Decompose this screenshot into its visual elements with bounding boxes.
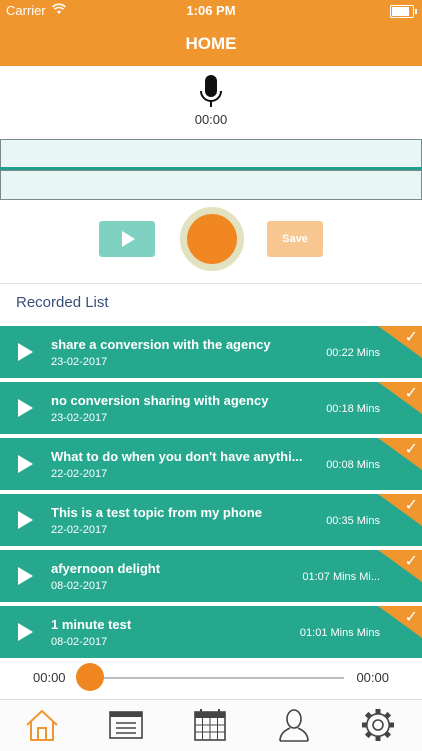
item-duration: 00:22 Mins <box>326 347 380 359</box>
player-current-time: 00:00 <box>33 670 66 685</box>
gear-icon <box>362 709 394 741</box>
item-date: 22-02-2017 <box>51 468 108 480</box>
home-icon <box>26 710 58 741</box>
check-icon: ✓ <box>404 497 418 514</box>
status-time: 1:06 PM <box>186 3 236 18</box>
waveform-top-channel <box>0 139 422 169</box>
play-icon[interactable] <box>18 623 33 641</box>
navigation-bar: HOME <box>0 22 422 66</box>
play-icon[interactable] <box>18 399 33 417</box>
list-item[interactable]: 1 minute test 08-02-2017 01:01 Mins Mins… <box>0 606 422 658</box>
tab-profile[interactable] <box>252 700 336 751</box>
waveform <box>0 139 422 200</box>
item-date: 22-02-2017 <box>51 524 108 536</box>
play-icon[interactable] <box>18 455 33 473</box>
play-icon[interactable] <box>18 343 33 361</box>
play-icon[interactable] <box>18 567 33 585</box>
user-icon <box>279 709 309 742</box>
waveform-bottom-channel <box>0 170 422 200</box>
item-title: This is a test topic from my phone <box>51 505 262 520</box>
tab-home[interactable] <box>0 700 84 751</box>
list-header: Recorded List <box>16 294 109 311</box>
list-item[interactable]: no conversion sharing with agency 23-02-… <box>0 382 422 434</box>
player-total-time: 00:00 <box>356 670 389 685</box>
status-bar: Carrier 1:06 PM <box>0 0 422 22</box>
item-title: 1 minute test <box>51 617 132 632</box>
battery-icon <box>390 5 417 18</box>
tab-calendar[interactable] <box>168 700 252 751</box>
calendar-icon <box>194 709 226 741</box>
tab-list[interactable] <box>84 700 168 751</box>
save-button[interactable]: Save <box>267 221 323 257</box>
play-icon <box>122 231 135 247</box>
record-icon <box>187 214 237 264</box>
play-button[interactable] <box>99 221 155 257</box>
item-date: 08-02-2017 <box>51 636 108 648</box>
item-duration: 00:08 Mins <box>326 459 380 471</box>
item-duration: 01:07 Mins Mi... <box>302 571 380 583</box>
item-duration: 01:01 Mins Mins <box>299 627 380 639</box>
waveform-line <box>0 167 422 170</box>
item-date: 23-02-2017 <box>51 356 108 368</box>
audio-player: 00:00 00:00 <box>0 656 422 698</box>
check-icon: ✓ <box>404 441 418 458</box>
record-button[interactable] <box>180 207 244 271</box>
play-icon[interactable] <box>18 511 33 529</box>
item-title: no conversion sharing with agency <box>51 393 269 408</box>
check-icon: ✓ <box>404 609 418 626</box>
item-date: 23-02-2017 <box>51 412 108 424</box>
page-title: HOME <box>185 34 237 53</box>
item-title: share a conversion with the agency <box>51 337 271 352</box>
item-title: afyernoon delight <box>51 561 161 576</box>
item-duration: 00:35 Mins <box>326 515 380 527</box>
divider <box>0 283 422 284</box>
microphone-icon <box>199 74 223 110</box>
item-title: What to do when you don't have anythi... <box>51 449 303 464</box>
seek-bar[interactable] <box>90 677 344 679</box>
record-timer: 00:00 <box>194 112 228 127</box>
tab-settings[interactable] <box>336 700 420 751</box>
tab-bar <box>0 699 422 751</box>
check-icon: ✓ <box>404 329 418 346</box>
item-duration: 00:18 Mins <box>326 403 380 415</box>
list-item[interactable]: What to do when you don't have anythi...… <box>0 438 422 490</box>
check-icon: ✓ <box>404 553 418 570</box>
item-date: 08-02-2017 <box>51 580 108 592</box>
list-item[interactable]: share a conversion with the agency 23-02… <box>0 326 422 378</box>
check-icon: ✓ <box>404 385 418 402</box>
seek-thumb[interactable] <box>76 663 104 691</box>
list-item[interactable]: This is a test topic from my phone 22-02… <box>0 494 422 546</box>
list-item[interactable]: afyernoon delight 08-02-2017 01:07 Mins … <box>0 550 422 602</box>
list-icon <box>109 711 143 739</box>
